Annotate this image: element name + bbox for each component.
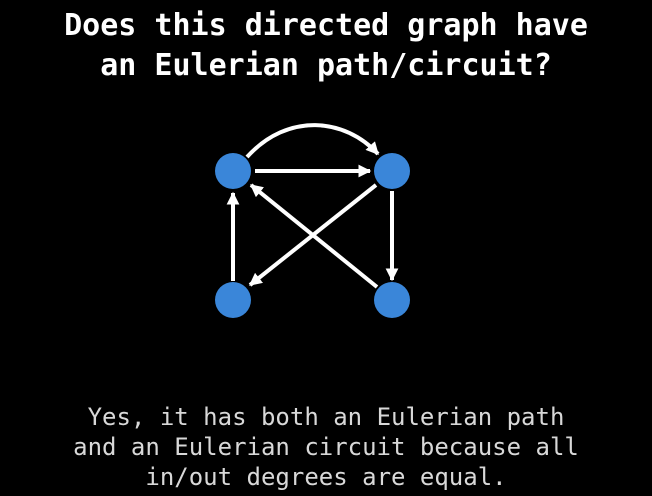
answer-line-1: Yes, it has both an Eulerian path (87, 403, 565, 431)
node-bottom-right (374, 282, 410, 318)
node-top-left (215, 153, 251, 189)
node-bottom-left (215, 282, 251, 318)
answer-line-3: in/out degrees are equal. (145, 463, 507, 491)
answer-text: Yes, it has both an Eulerian path and an… (0, 402, 652, 492)
node-top-right (374, 153, 410, 189)
answer-line-2: and an Eulerian circuit because all (73, 433, 579, 461)
slide: Does this directed graph have an Euleria… (0, 0, 652, 496)
edge-top-left-to-top-right-curved (245, 123, 380, 159)
